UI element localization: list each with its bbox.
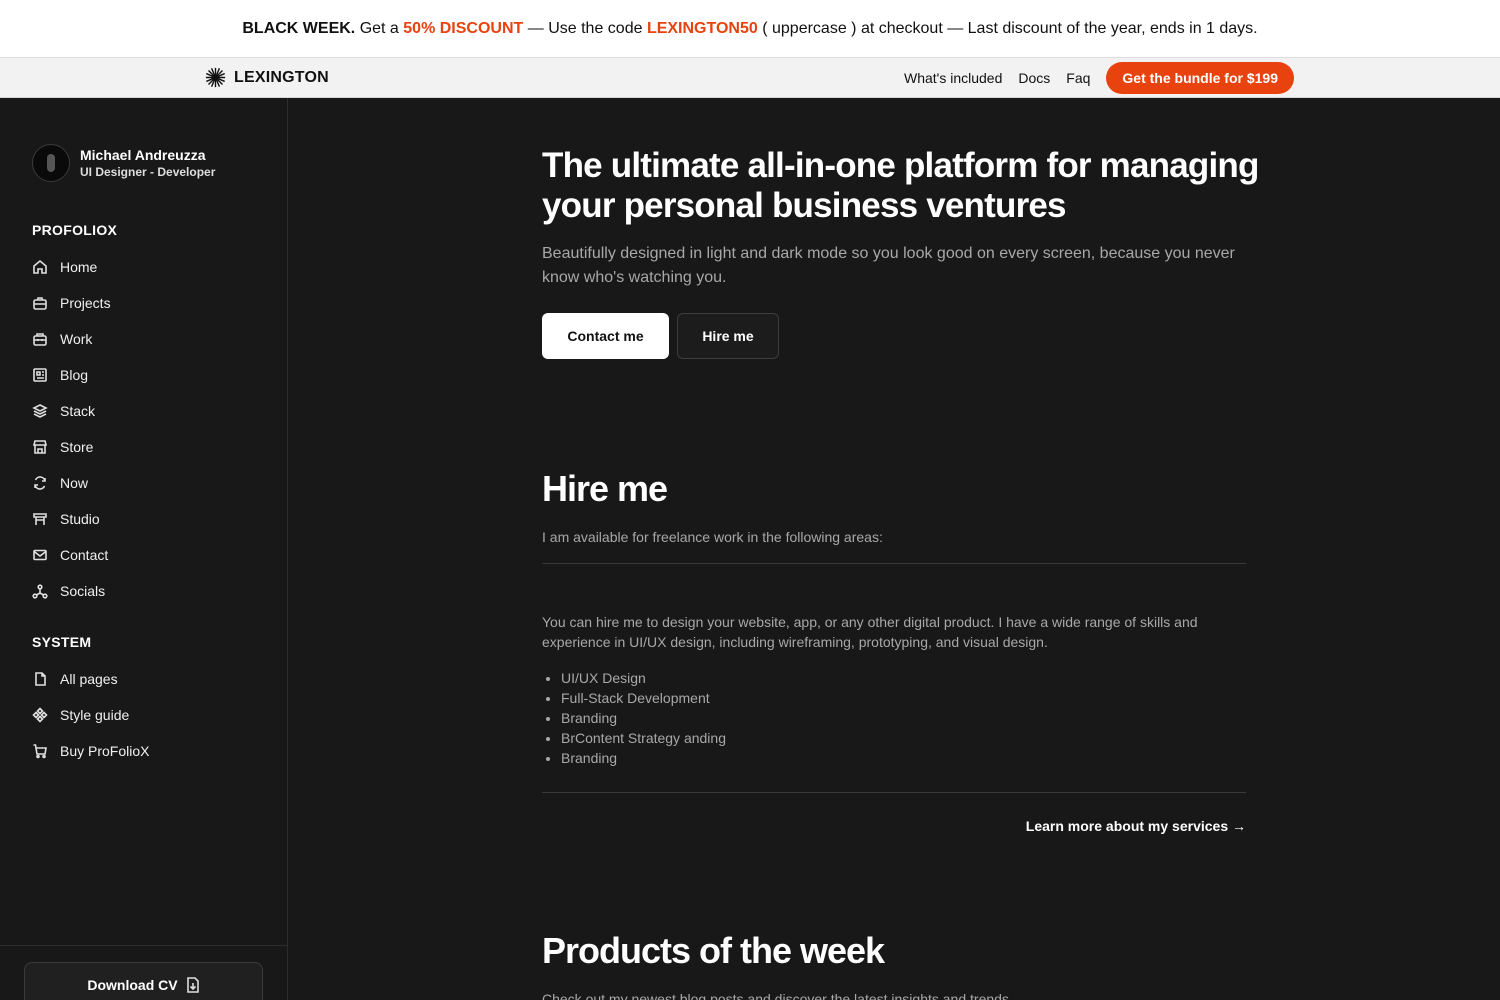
divider <box>542 563 1246 564</box>
promo-discount: 50% DISCOUNT <box>403 19 524 37</box>
nav-link-faq[interactable]: Faq <box>1066 70 1090 86</box>
components-icon <box>32 707 48 723</box>
sidebar-item-all-pages[interactable]: All pages <box>32 661 262 697</box>
sidebar-item-label: Blog <box>60 367 89 383</box>
promo-code: LEXINGTON50 <box>646 19 758 37</box>
promo-text-2: — Use the code <box>523 19 647 37</box>
top-nav-links: What's included Docs Faq Get the bundle … <box>904 62 1294 94</box>
download-cv-button[interactable]: Download CV <box>24 962 263 1000</box>
sidebar-item-projects[interactable]: Projects <box>32 285 262 321</box>
starburst-icon <box>205 67 226 88</box>
sidebar-item-style-guide[interactable]: Style guide <box>32 697 262 733</box>
profile-role: UI Designer - Developer <box>80 165 216 179</box>
promo-text-3: ( uppercase ) at checkout — Last discoun… <box>757 19 1258 37</box>
sidebar-section-profoliox: PROFOLIOX <box>32 222 118 238</box>
hero-subtitle: Beautifully designed in light and dark m… <box>542 245 1235 286</box>
skills-list: UI/UX Design Full-Stack Development Bran… <box>561 668 726 768</box>
sidebar-item-label: Buy ProFolioX <box>60 743 150 759</box>
briefcase-icon <box>33 297 47 310</box>
sidebar-item-label: Style guide <box>60 707 130 723</box>
newspaper-icon <box>33 368 47 382</box>
sidebar-nav-system: All pages Style guide Buy ProFolioX <box>32 661 262 769</box>
list-item: Branding <box>561 708 726 728</box>
top-navbar: LEXINGTON What's included Docs Faq Get t… <box>0 58 1500 98</box>
products-heading: Products of the week <box>542 930 885 971</box>
profile-card[interactable]: Michael Andreuzza UI Designer - Develope… <box>32 144 215 182</box>
avatar <box>32 144 70 182</box>
layers-icon <box>32 404 48 418</box>
sidebar-item-home[interactable]: Home <box>32 249 262 285</box>
get-bundle-button[interactable]: Get the bundle for $199 <box>1106 62 1294 94</box>
sidebar-item-label: Socials <box>60 583 106 599</box>
sidebar-item-store[interactable]: Store <box>32 429 262 465</box>
sidebar-item-label: Work <box>60 331 93 347</box>
nav-link-docs[interactable]: Docs <box>1018 70 1050 86</box>
hire-me-heading: Hire me <box>542 468 668 509</box>
sidebar-item-label: Projects <box>60 295 111 311</box>
sidebar-item-stack[interactable]: Stack <box>32 393 262 429</box>
sidebar-footer: Download CV <box>0 945 287 1000</box>
list-item: BrContent Strategy anding <box>561 728 726 748</box>
toolbox-icon <box>33 333 47 346</box>
sidebar-item-label: Home <box>60 259 98 275</box>
sidebar-item-work[interactable]: Work <box>32 321 262 357</box>
profile-name: Michael Andreuzza <box>80 147 206 163</box>
sidebar-nav-main: Home Projects Work Blog Stack Store Now <box>32 249 262 609</box>
sidebar-item-label: Store <box>60 439 94 455</box>
nav-link-whats-included[interactable]: What's included <box>904 70 1002 86</box>
promo-banner: BLACK WEEK. Get a 50% DISCOUNT — Use the… <box>0 0 1500 58</box>
learn-more-services-link[interactable]: Learn more about my services → <box>1026 818 1246 834</box>
list-item: UI/UX Design <box>561 668 726 688</box>
promo-text-1: Get a <box>355 19 404 37</box>
products-intro: Check out my newest blog posts and disco… <box>542 991 1013 1000</box>
sidebar-item-now[interactable]: Now <box>32 465 262 501</box>
sidebar-item-blog[interactable]: Blog <box>32 357 262 393</box>
share-icon <box>32 584 48 599</box>
sidebar: Michael Andreuzza UI Designer - Develope… <box>0 98 288 1000</box>
sidebar-item-label: Contact <box>60 547 109 563</box>
sidebar-item-label: All pages <box>60 671 118 687</box>
contact-me-button[interactable]: Contact me <box>542 313 669 359</box>
sidebar-item-label: Stack <box>60 403 96 419</box>
sidebar-item-label: Studio <box>60 511 100 527</box>
divider <box>542 792 1246 793</box>
list-item: Full-Stack Development <box>561 688 726 708</box>
brand-name: LEXINGTON <box>234 68 329 86</box>
home-icon <box>33 259 47 274</box>
hire-me-intro: I am available for freelance work in the… <box>542 529 883 545</box>
mail-icon <box>33 549 47 561</box>
promo-lead: BLACK WEEK. <box>242 19 356 37</box>
sidebar-section-system: SYSTEM <box>32 634 92 650</box>
sidebar-item-studio[interactable]: Studio <box>32 501 262 537</box>
sidebar-item-socials[interactable]: Socials <box>32 573 262 609</box>
sidebar-item-label: Now <box>60 475 89 491</box>
file-icon <box>35 672 46 686</box>
download-cv-label: Download CV <box>87 977 178 993</box>
sidebar-item-contact[interactable]: Contact <box>32 537 262 573</box>
store-icon <box>32 440 48 454</box>
file-download-icon <box>186 977 199 993</box>
hire-me-button[interactable]: Hire me <box>677 313 779 359</box>
list-item: Branding <box>561 748 726 768</box>
refresh-icon <box>34 476 46 490</box>
brand-logo[interactable]: LEXINGTON <box>205 67 329 88</box>
hire-me-body: You can hire me to design your website, … <box>542 614 1198 650</box>
sidebar-item-buy-profoliox[interactable]: Buy ProFolioX <box>32 733 262 769</box>
cart-icon <box>33 744 47 759</box>
hero-title: The ultimate all-in-one platform for man… <box>542 146 1259 225</box>
studio-icon <box>33 513 47 525</box>
hero-actions: Contact me Hire me <box>542 313 779 359</box>
